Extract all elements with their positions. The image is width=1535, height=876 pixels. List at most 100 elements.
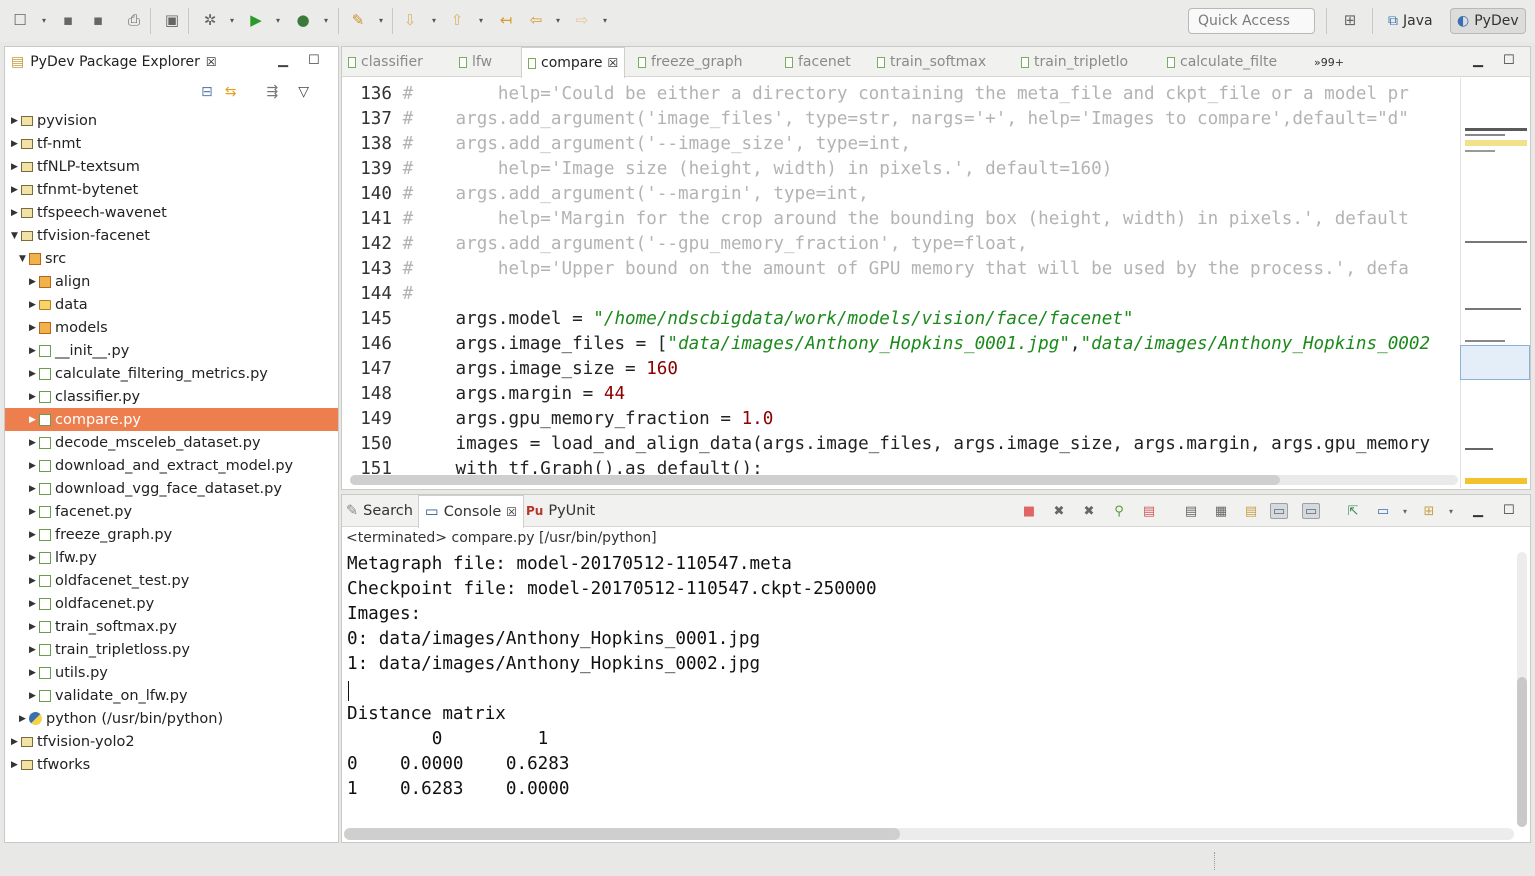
terminal-icon[interactable]: ▣ [162,10,182,30]
collapsed-arrow-icon[interactable]: ▶ [29,277,39,287]
perspective-java[interactable]: ⧉ Java [1382,8,1439,34]
collapsed-arrow-icon[interactable]: ▶ [29,507,39,517]
collapsed-arrow-icon[interactable]: ▶ [11,185,21,195]
collapsed-arrow-icon[interactable]: ▶ [29,369,39,379]
tree-item[interactable]: ▶ tfnmt-bytenet [5,178,338,201]
tree-item[interactable]: ▶ download_vgg_face_dataset.py [5,477,338,500]
chevron-down-icon[interactable]: ▾ [601,10,609,30]
print-icon[interactable]: ⎙ [124,10,144,30]
collapse-all-icon[interactable]: ⊟ [201,84,213,100]
remove-launch-icon[interactable]: ✖ [1050,503,1068,519]
tree-item[interactable]: ▶ oldfacenet_test.py [5,569,338,592]
collapsed-arrow-icon[interactable]: ▶ [11,162,21,172]
next-annotation-icon[interactable]: ⇩ [400,10,420,30]
tree-item[interactable]: ▶ tfNLP-textsum [5,155,338,178]
previous-annotation-icon[interactable]: ⇧ [447,10,467,30]
chevron-down-icon[interactable]: ▾ [377,10,385,30]
save-all-icon[interactable]: ▪ [88,10,108,30]
tree-item[interactable]: ▶ tfspeech-wavenet [5,201,338,224]
scrollbar-thumb[interactable] [350,475,1280,485]
chevron-down-icon[interactable]: ▾ [554,10,562,30]
tree-item[interactable]: ▶ classifier.py [5,385,338,408]
collapsed-arrow-icon[interactable]: ▶ [29,415,39,425]
display-selected-console-icon[interactable]: ▭ [1374,503,1392,519]
tab-console[interactable]: ▭ Console ☒ [418,495,525,528]
new-console-icon[interactable]: ⊞ [1420,503,1438,519]
tab-classifier[interactable]: classifier [348,47,423,77]
tree-item[interactable]: ▶ tfvision-yolo2 [5,730,338,753]
collapsed-arrow-icon[interactable]: ▶ [29,599,39,609]
debug-icon[interactable]: ✲ [200,10,220,30]
filters-icon[interactable]: ⇶ [266,84,278,100]
pin-console-icon[interactable]: ⚲ [1110,503,1128,519]
coverage-icon[interactable]: ● [293,10,313,30]
close-icon[interactable]: ☒ [206,55,217,69]
collapsed-arrow-icon[interactable]: ▶ [29,645,39,655]
expanded-arrow-icon[interactable]: ▼ [19,254,29,264]
terminate-icon[interactable]: ■ [1020,503,1038,519]
close-icon[interactable]: ☒ [607,56,618,70]
chevron-down-icon[interactable]: ▾ [228,10,236,30]
overview-ruler[interactable] [1460,78,1530,488]
collapsed-arrow-icon[interactable]: ▶ [29,530,39,540]
show-on-stderr-icon[interactable]: ▭ [1302,503,1320,519]
tree-item[interactable]: ▶ utils.py [5,661,338,684]
tree-item[interactable]: ▶ facenet.py [5,500,338,523]
annotation-icon[interactable]: ✎ [348,10,368,30]
collapsed-arrow-icon[interactable]: ▶ [11,737,21,747]
forward-arrow-icon[interactable]: ⇨ [572,10,592,30]
tab-facenet[interactable]: facenet [785,47,851,77]
editor-horizontal-scrollbar[interactable] [350,475,1458,485]
save-icon[interactable]: ▪ [58,10,78,30]
last-edit-icon[interactable]: ↤ [496,10,516,30]
chevron-down-icon[interactable]: ▾ [477,10,485,30]
tree-item[interactable]: ▶ models [5,316,338,339]
collapsed-arrow-icon[interactable]: ▶ [29,553,39,563]
tree-item[interactable]: ▶ freeze_graph.py [5,523,338,546]
tree-item[interactable]: ▶ data [5,293,338,316]
expanded-arrow-icon[interactable]: ▼ [11,231,21,241]
tree-item[interactable]: ▶ compare.py [5,408,338,431]
collapsed-arrow-icon[interactable]: ▶ [11,208,21,218]
tree-item[interactable]: ▶ validate_on_lfw.py [5,684,338,707]
collapsed-arrow-icon[interactable]: ▶ [11,139,21,149]
collapsed-arrow-icon[interactable]: ▶ [29,438,39,448]
tab-train-tripletlo[interactable]: train_tripletlo [1021,47,1128,77]
view-menu-icon[interactable]: ▽ [298,84,309,100]
new-icon[interactable]: ☐ [10,10,30,30]
collapsed-arrow-icon[interactable]: ▶ [11,760,21,770]
tree-item[interactable]: ▶ decode_msceleb_dataset.py [5,431,338,454]
tab-compare[interactable]: compare ☒ [521,47,626,78]
collapsed-arrow-icon[interactable]: ▶ [29,300,39,310]
tree-item[interactable]: ▶ oldfacenet.py [5,592,338,615]
tree-item[interactable]: ▶ python (/usr/bin/python) [5,707,338,730]
show-console-icon[interactable]: ▤ [1242,503,1260,519]
tab-freeze-graph[interactable]: freeze_graph [638,47,743,77]
close-icon[interactable]: ☒ [506,505,517,519]
tree-item[interactable]: ▶ train_tripletloss.py [5,638,338,661]
chevron-down-icon[interactable]: ▾ [1442,503,1460,519]
tree-item[interactable]: ▶ tf-nmt [5,132,338,155]
collapsed-arrow-icon[interactable]: ▶ [29,461,39,471]
tab-train-softmax[interactable]: train_softmax [877,47,986,77]
collapsed-arrow-icon[interactable]: ▶ [29,668,39,678]
tree-item[interactable]: ▶ train_softmax.py [5,615,338,638]
more-tabs-button[interactable]: »99+ [1314,47,1344,77]
maximize-icon[interactable]: ☐ [308,53,320,68]
tree-item[interactable]: ▼ src [5,247,338,270]
tab-lfw[interactable]: lfw [459,47,492,77]
collapsed-arrow-icon[interactable]: ▶ [19,714,29,724]
chevron-down-icon[interactable]: ▾ [40,10,48,30]
console-horizontal-scrollbar[interactable] [344,828,1514,840]
tab-calculate-filte[interactable]: calculate_filte [1167,47,1277,77]
clear-console-icon[interactable]: ▤ [1140,503,1158,519]
open-perspective-icon[interactable]: ⊞ [1340,10,1360,30]
collapsed-arrow-icon[interactable]: ▶ [29,622,39,632]
collapsed-arrow-icon[interactable]: ▶ [29,392,39,402]
collapsed-arrow-icon[interactable]: ▶ [29,323,39,333]
tab-pyunit[interactable]: Pu PyUnit [526,495,595,527]
link-with-editor-icon[interactable]: ⇆ [225,84,237,100]
console-vertical-scrollbar[interactable] [1517,552,1527,827]
scroll-lock-icon[interactable]: ▤ [1182,503,1200,519]
back-arrow-icon[interactable]: ⇦ [526,10,546,30]
